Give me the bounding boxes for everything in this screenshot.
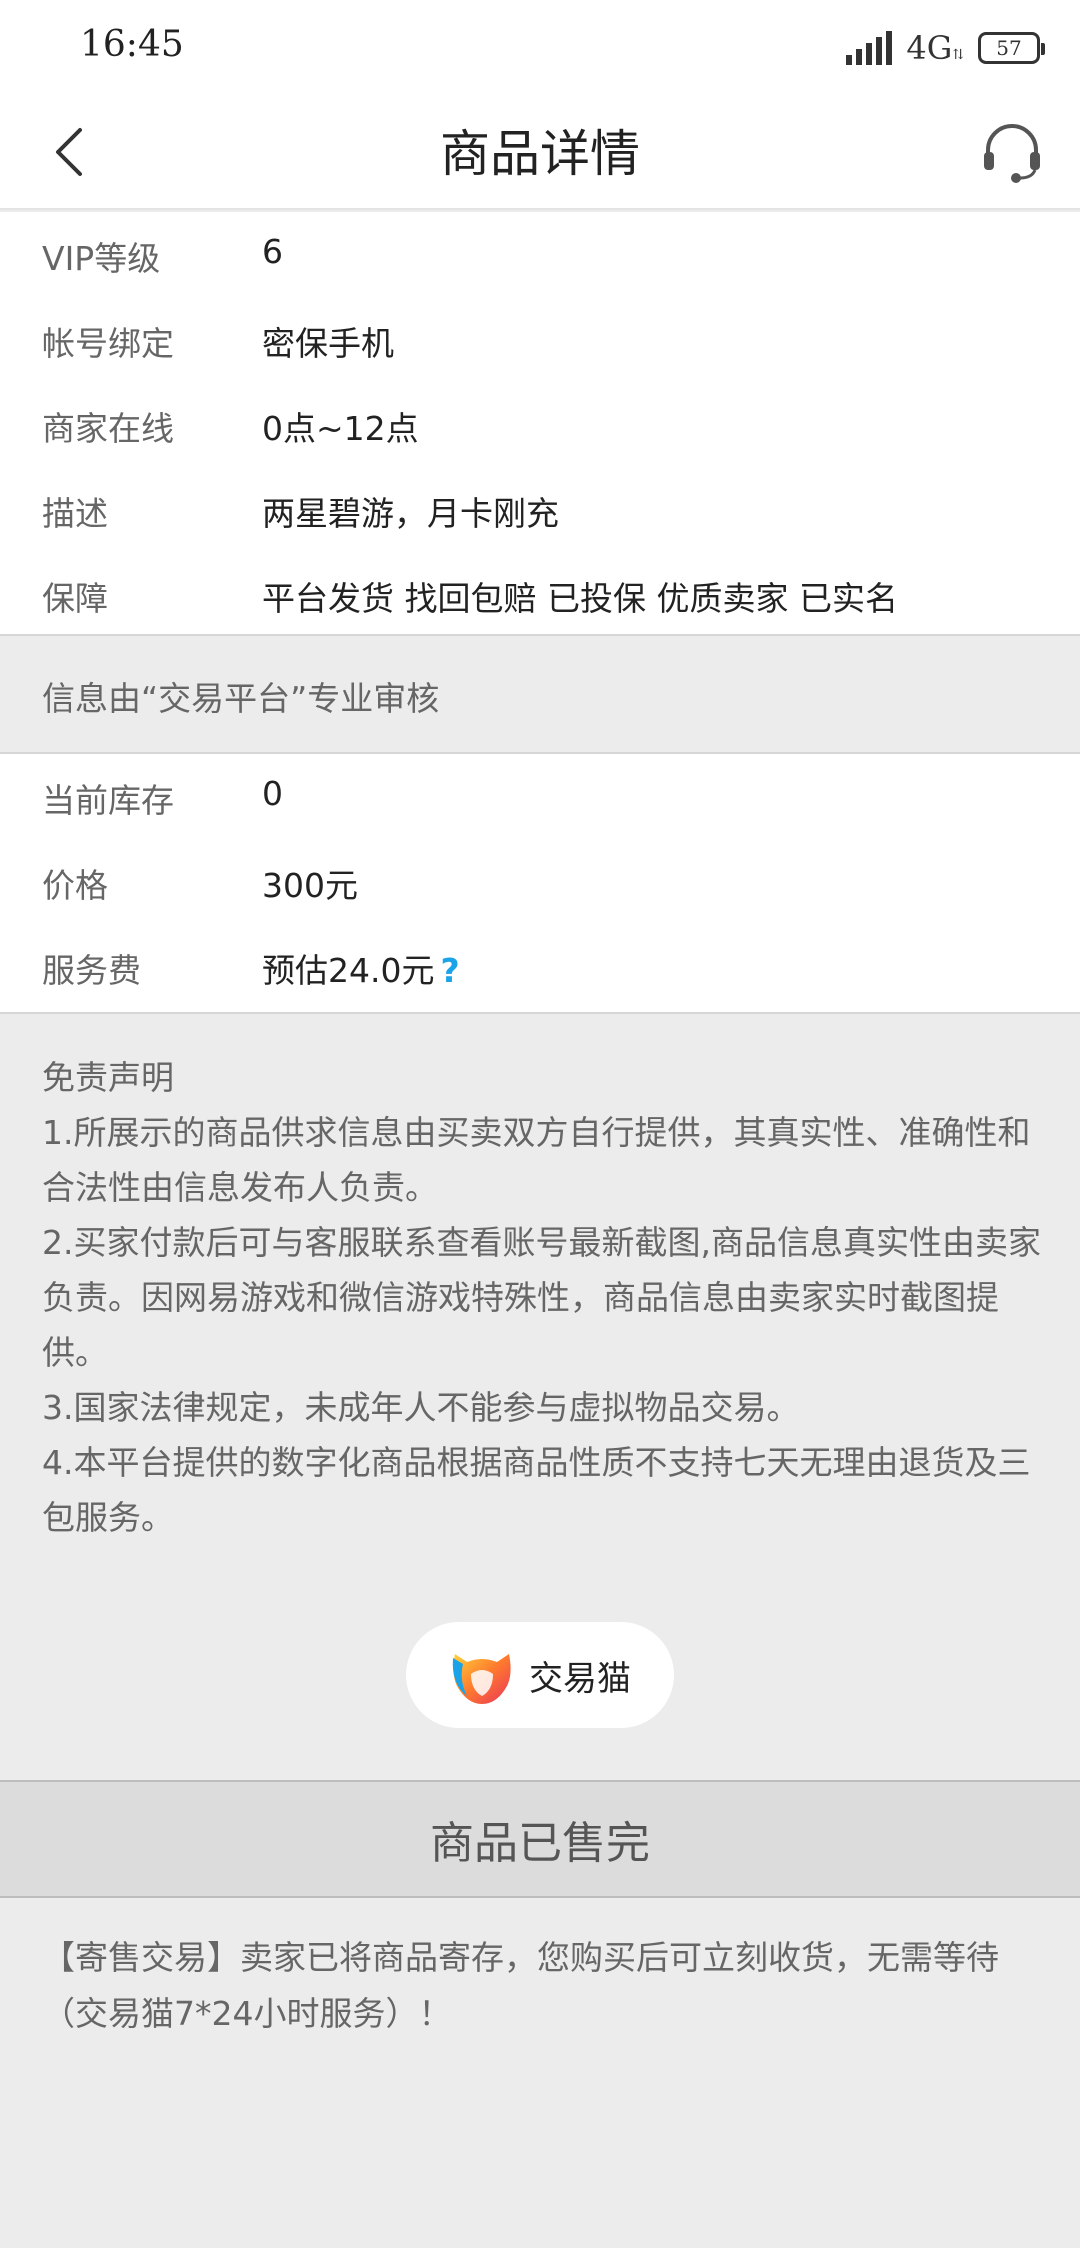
headset-icon: [984, 124, 1040, 183]
detail-label: VIP等级: [42, 239, 161, 278]
pricing-section: 当前库存 0 价格 300元 服务费 预估24.0元?: [0, 754, 1080, 1012]
help-icon[interactable]: ?: [440, 951, 459, 990]
detail-label: 帐号绑定: [42, 324, 174, 363]
divider: [0, 634, 1080, 636]
data-activity-icon: ⇅: [952, 47, 964, 63]
detail-value: 两星碧游，月卡刚充: [262, 494, 559, 533]
detail-row-binding: 帐号绑定 密保手机: [0, 297, 1080, 382]
service-fee-value: 预估24.0元: [262, 951, 435, 990]
disclaimer-item: 4.本平台提供的数字化商品根据商品性质不支持七天无理由退货及三包服务。: [42, 1443, 1031, 1537]
detail-label: 描述: [42, 494, 108, 533]
battery-icon: 57: [978, 32, 1045, 64]
status-time: 16:45: [80, 24, 184, 65]
detail-row-guarantee: 保障 平台发货 找回包赔 已投保 优质卖家 已实名: [0, 552, 1080, 637]
consignment-note: 【寄售交易】卖家已将商品寄存，您购买后可立刻收货，无需等待（交易猫7*24小时服…: [42, 1938, 999, 2033]
divider: [0, 1012, 1080, 1014]
detail-row-online: 商家在线 0点~12点: [0, 382, 1080, 467]
detail-label: 保障: [42, 579, 108, 618]
disclaimer-item: 2.买家付款后可与客服联系查看账号最新截图,商品信息真实性由卖家负责。因网易游戏…: [42, 1223, 1041, 1372]
pricing-label: 服务费: [42, 951, 141, 990]
page-title: 商品详情: [440, 125, 640, 183]
pricing-row-price: 价格 300元: [0, 839, 1080, 924]
nav-bar: 商品详情: [0, 96, 1080, 210]
pricing-value: 0: [262, 774, 283, 813]
pricing-label: 价格: [42, 866, 108, 905]
brand-name: 交易猫: [529, 1658, 631, 1699]
audit-note: 信息由“交易平台”专业审核: [42, 679, 440, 718]
detail-label: 商家在线: [42, 409, 174, 448]
detail-row-vip: VIP等级 6: [0, 212, 1080, 297]
status-bar: 16:45 4G⇅ 57: [0, 0, 1080, 96]
pricing-value: 预估24.0元?: [262, 944, 460, 992]
disclaimer-item: 3.国家法律规定，未成年人不能参与虚拟物品交易。: [42, 1388, 800, 1427]
detail-value: 密保手机: [262, 324, 394, 363]
jiaoyimao-logo-icon: [452, 1654, 511, 1704]
pricing-row-service-fee: 服务费 预估24.0元?: [0, 924, 1080, 1009]
disclaimer: 免责声明 1.所展示的商品供求信息由买卖双方自行提供，其真实性、准确性和合法性由…: [42, 1050, 1042, 1545]
status-indicators: 4G⇅ 57: [846, 26, 1045, 70]
pricing-label: 当前库存: [42, 781, 174, 820]
pricing-row-stock: 当前库存 0: [0, 754, 1080, 839]
detail-value: 0点~12点: [262, 409, 419, 448]
signal-icon: [846, 31, 893, 65]
customer-service-button[interactable]: [980, 120, 1044, 184]
detail-value: 6: [262, 232, 283, 271]
detail-row-description: 描述 两星碧游，月卡刚充: [0, 467, 1080, 552]
detail-value: 平台发货 找回包赔 已投保 优质卖家 已实名: [262, 579, 898, 618]
pricing-value: 300元: [262, 866, 358, 905]
disclaimer-title: 免责声明: [42, 1058, 174, 1097]
brand-badge: 交易猫: [406, 1622, 674, 1728]
battery-level: 57: [996, 36, 1022, 60]
details-section: VIP等级 6 帐号绑定 密保手机 商家在线 0点~12点 描述 两星碧游，月卡…: [0, 212, 1080, 634]
network-type: 4G⇅: [906, 29, 964, 67]
sold-out-button[interactable]: 商品已售完: [0, 1780, 1080, 1898]
disclaimer-item: 1.所展示的商品供求信息由买卖双方自行提供，其真实性、准确性和合法性由信息发布人…: [42, 1113, 1031, 1207]
